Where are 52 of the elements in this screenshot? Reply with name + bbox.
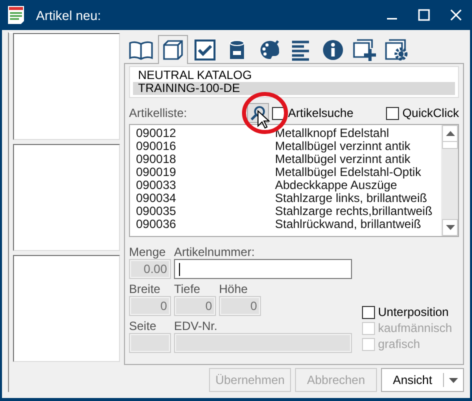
catalog-item[interactable]: NEUTRAL KATALOG <box>133 69 455 82</box>
list-row[interactable]: 090018 Metallbügel verzinnt antik <box>136 153 441 166</box>
list-label: Artikelliste: <box>129 106 188 120</box>
field-label: EDV-Nr. <box>174 319 218 333</box>
checkbox-label: kaufmännisch <box>378 321 452 335</box>
cube-icon <box>162 39 184 61</box>
view-split-button[interactable]: Ansicht <box>381 368 464 392</box>
checkbox-label: Artikelsuche <box>288 106 354 120</box>
scrollbar[interactable] <box>441 125 458 236</box>
window-title: Artikel neu: <box>36 8 102 22</box>
text-lines-icon <box>290 39 312 61</box>
checkbox-label: grafisch <box>378 337 420 351</box>
info-icon <box>322 39 344 61</box>
field-label: Artikelnummer: <box>174 245 256 259</box>
checkbox-label: QuickClick <box>402 106 459 120</box>
list-row[interactable]: 090035 Stahlzarge rechts,brillantweiß <box>136 205 441 218</box>
list-row[interactable]: 090019 Metallbügel Edelstahl-Optik <box>136 166 441 179</box>
field-label: Höhe <box>219 282 249 296</box>
list-row[interactable]: 090034 Stahlzarge links, brillantweiß <box>136 192 441 205</box>
list-row[interactable]: 090016 Metallbügel verzinnt antik <box>136 140 441 153</box>
scroll-up-icon[interactable] <box>446 131 454 136</box>
field-label: Menge <box>129 245 167 259</box>
list-row[interactable]: 090036 Stahlrückwand, brillantweiß <box>136 218 441 231</box>
field-label: Seite <box>129 319 158 333</box>
side-field[interactable] <box>129 333 171 353</box>
height-field[interactable]: 0 <box>219 296 261 316</box>
book-icon <box>129 40 153 60</box>
width-field[interactable]: 0 <box>129 296 171 316</box>
list-row[interactable]: 090012 Metallknopf Edelstahl <box>136 127 441 140</box>
gear-frame-icon <box>385 39 409 61</box>
add-frame-icon <box>353 39 377 61</box>
checkbox[interactable] <box>386 106 400 120</box>
palette-icon <box>258 39 280 61</box>
quantity-field[interactable]: 0.00 <box>129 259 171 279</box>
scroll-down-icon[interactable] <box>446 225 454 230</box>
edp-number-field[interactable] <box>174 333 352 353</box>
app-icon <box>8 6 24 24</box>
caret-icon <box>449 378 458 382</box>
checkbox-label: Unterposition <box>378 305 449 319</box>
depth-field[interactable]: 0 <box>174 296 216 316</box>
tab[interactable] <box>158 35 188 64</box>
list-row[interactable]: 090033 Abdeckkappe Auszüge <box>136 179 441 192</box>
article-number-field[interactable] <box>174 259 352 279</box>
maximize-icon[interactable] <box>418 9 430 21</box>
checkbox[interactable] <box>362 306 375 318</box>
catalog-item[interactable]: TRAINING-100-DE <box>133 82 455 95</box>
field-label: Breite <box>129 282 162 296</box>
field-label: Tiefe <box>174 282 202 296</box>
checkbox[interactable] <box>272 106 286 120</box>
scroll-thumb[interactable] <box>442 141 458 149</box>
close-icon[interactable] <box>450 9 462 21</box>
checkbox-icon <box>194 39 216 61</box>
